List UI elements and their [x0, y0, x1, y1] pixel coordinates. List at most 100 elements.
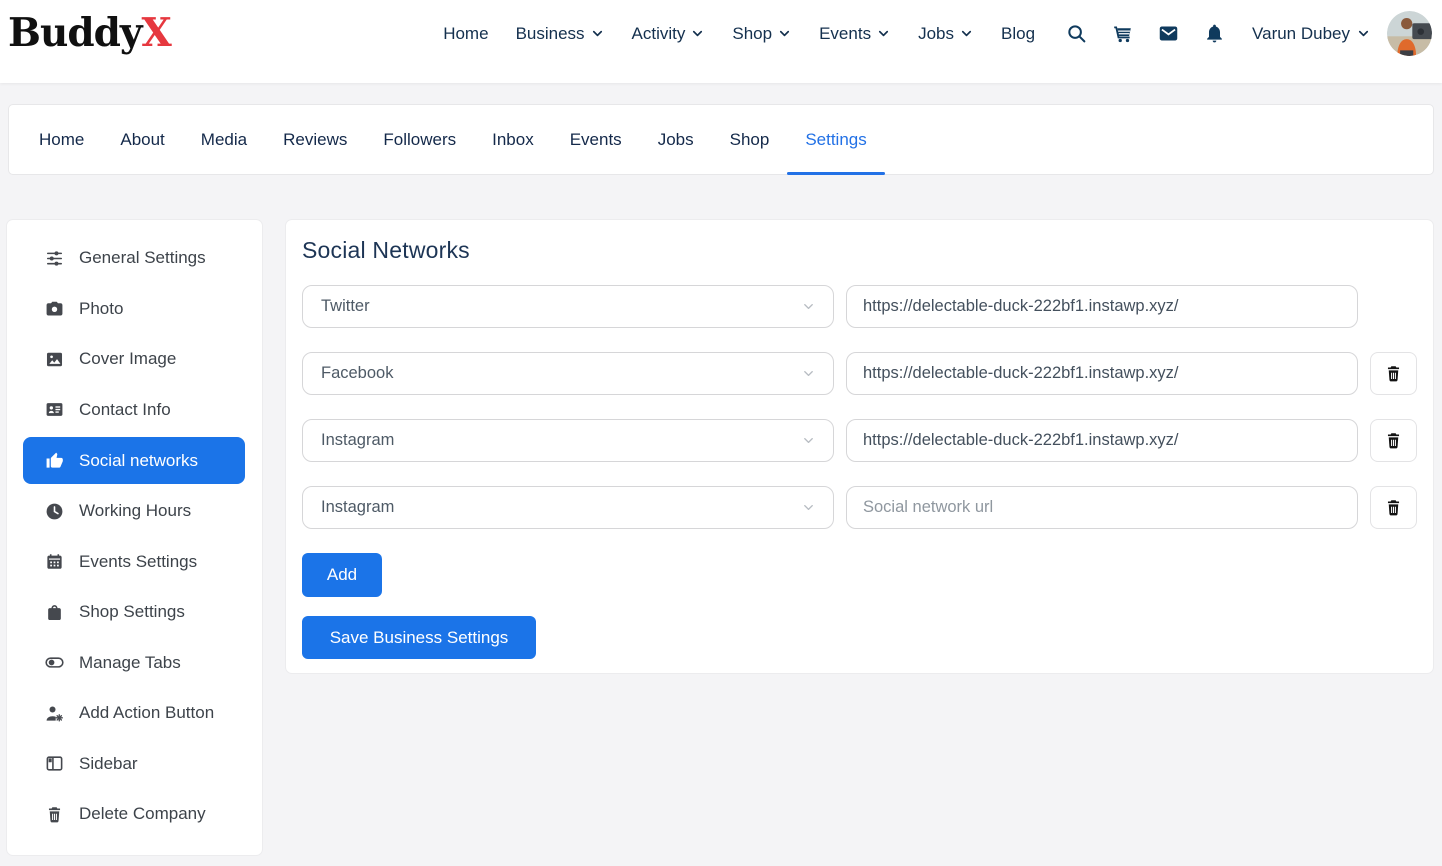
sidebar-item-add-action-button[interactable]: Add Action Button	[7, 688, 262, 739]
sidebar-item-label: Events Settings	[79, 552, 197, 572]
sidebar-item-contact-info[interactable]: Contact Info	[7, 385, 262, 436]
mail-icon[interactable]	[1158, 23, 1179, 44]
chevron-down-icon	[876, 26, 891, 41]
sidebar-item-label: Add Action Button	[79, 703, 214, 723]
chevron-down-icon	[777, 26, 792, 41]
trash-icon	[45, 805, 64, 824]
tab-label: Followers	[383, 130, 456, 150]
sidebar-item-social-networks[interactable]: Social networks	[23, 437, 245, 484]
bell-icon[interactable]	[1204, 23, 1225, 44]
nav-item-label: Business	[516, 24, 585, 44]
delete-row-button[interactable]	[1370, 486, 1417, 529]
tab-jobs[interactable]: Jobs	[640, 105, 712, 174]
tab-followers[interactable]: Followers	[365, 105, 474, 174]
sidebar-item-label: General Settings	[79, 248, 206, 268]
nav-item-label: Blog	[1001, 24, 1035, 44]
tab-inbox[interactable]: Inbox	[474, 105, 552, 174]
sliders-icon	[45, 249, 64, 268]
sidebar-item-shop-settings[interactable]: Shop Settings	[7, 587, 262, 638]
social-network-row: Instagram	[302, 486, 1417, 529]
sidebar-item-working-hours[interactable]: Working Hours	[7, 486, 262, 537]
site-logo[interactable]: BuddyX	[8, 14, 171, 53]
tab-home[interactable]: Home	[21, 105, 102, 174]
nav-item-home[interactable]: Home	[443, 24, 488, 44]
select-chevron-icon	[801, 500, 816, 515]
trash-icon	[1384, 498, 1403, 517]
network-select[interactable]: Twitter	[302, 285, 834, 328]
layout-icon	[45, 754, 64, 773]
nav-item-activity[interactable]: Activity	[632, 24, 706, 44]
nav-item-events[interactable]: Events	[819, 24, 891, 44]
sidebar-item-label: Delete Company	[79, 804, 206, 824]
sidebar-item-general-settings[interactable]: General Settings	[7, 233, 262, 284]
sidebar-item-events-settings[interactable]: Events Settings	[7, 537, 262, 588]
social-network-row: Instagram	[302, 419, 1417, 462]
chevron-down-icon	[1356, 26, 1371, 41]
network-select[interactable]: Instagram	[302, 419, 834, 462]
camera-icon	[45, 299, 64, 318]
thumb-up-icon	[45, 451, 64, 470]
sidebar-item-cover-image[interactable]: Cover Image	[7, 334, 262, 385]
network-select[interactable]: Instagram	[302, 486, 834, 529]
sidebar-item-sidebar[interactable]: Sidebar	[7, 739, 262, 790]
sidebar-item-label: Manage Tabs	[79, 653, 181, 673]
network-url-input[interactable]	[846, 285, 1358, 328]
sidebar-item-delete-company[interactable]: Delete Company	[7, 789, 262, 840]
tab-label: Events	[570, 130, 622, 150]
search-icon[interactable]	[1066, 23, 1087, 44]
sidebar-item-label: Working Hours	[79, 501, 191, 521]
user-gear-icon	[45, 704, 64, 723]
tab-label: Jobs	[658, 130, 694, 150]
tab-shop[interactable]: Shop	[712, 105, 788, 174]
user-name: Varun Dubey	[1252, 24, 1350, 44]
settings-sidebar: General Settings Photo Cover Image Contact …	[6, 219, 263, 856]
profile-tabbar: Home About Media Reviews Followers Inbox Event…	[8, 104, 1434, 175]
user-menu[interactable]: Varun Dubey	[1252, 24, 1371, 44]
avatar[interactable]	[1387, 11, 1432, 56]
network-url-input[interactable]	[846, 419, 1358, 462]
shopping-bag-icon	[45, 603, 64, 622]
network-select-value: Facebook	[321, 364, 393, 383]
tab-label: Settings	[805, 130, 866, 150]
delete-row-button[interactable]	[1370, 352, 1417, 395]
header-action-icons	[1066, 23, 1225, 44]
add-button[interactable]: Add	[302, 553, 382, 597]
sidebar-item-label: Photo	[79, 299, 123, 319]
nav-item-label: Shop	[732, 24, 772, 44]
network-select[interactable]: Facebook	[302, 352, 834, 395]
network-url-input[interactable]	[846, 486, 1358, 529]
tab-events[interactable]: Events	[552, 105, 640, 174]
nav-item-blog[interactable]: Blog	[1001, 24, 1035, 44]
cart-icon[interactable]	[1112, 23, 1133, 44]
nav-item-shop[interactable]: Shop	[732, 24, 792, 44]
tab-label: Reviews	[283, 130, 347, 150]
social-network-row: Twitter	[302, 285, 1417, 328]
tab-label: Home	[39, 130, 84, 150]
logo-text-black: Buddy	[8, 10, 142, 56]
tab-media[interactable]: Media	[183, 105, 265, 174]
select-chevron-icon	[801, 433, 816, 448]
sidebar-item-label: Cover Image	[79, 349, 176, 369]
sidebar-item-manage-tabs[interactable]: Manage Tabs	[7, 638, 262, 689]
social-network-row: Facebook	[302, 352, 1417, 395]
tab-settings[interactable]: Settings	[787, 105, 884, 174]
chevron-down-icon	[590, 26, 605, 41]
nav-item-business[interactable]: Business	[516, 24, 605, 44]
tab-reviews[interactable]: Reviews	[265, 105, 365, 174]
toggle-icon	[45, 653, 64, 672]
nav-item-jobs[interactable]: Jobs	[918, 24, 974, 44]
save-business-settings-button[interactable]: Save Business Settings	[302, 616, 536, 659]
tab-label: About	[120, 130, 164, 150]
nav-item-label: Activity	[632, 24, 686, 44]
delete-row-button[interactable]	[1370, 419, 1417, 462]
calendar-icon	[45, 552, 64, 571]
network-url-input[interactable]	[846, 352, 1358, 395]
network-rows: Twitter Facebook Instagram Instagram	[302, 285, 1417, 529]
network-select-value: Instagram	[321, 431, 394, 450]
network-select-value: Twitter	[321, 297, 370, 316]
sidebar-item-label: Social networks	[79, 451, 198, 471]
tab-label: Inbox	[492, 130, 534, 150]
social-networks-panel: Social Networks TwitterFacebookInstagram…	[285, 219, 1434, 674]
sidebar-item-photo[interactable]: Photo	[7, 284, 262, 335]
tab-about[interactable]: About	[102, 105, 182, 174]
